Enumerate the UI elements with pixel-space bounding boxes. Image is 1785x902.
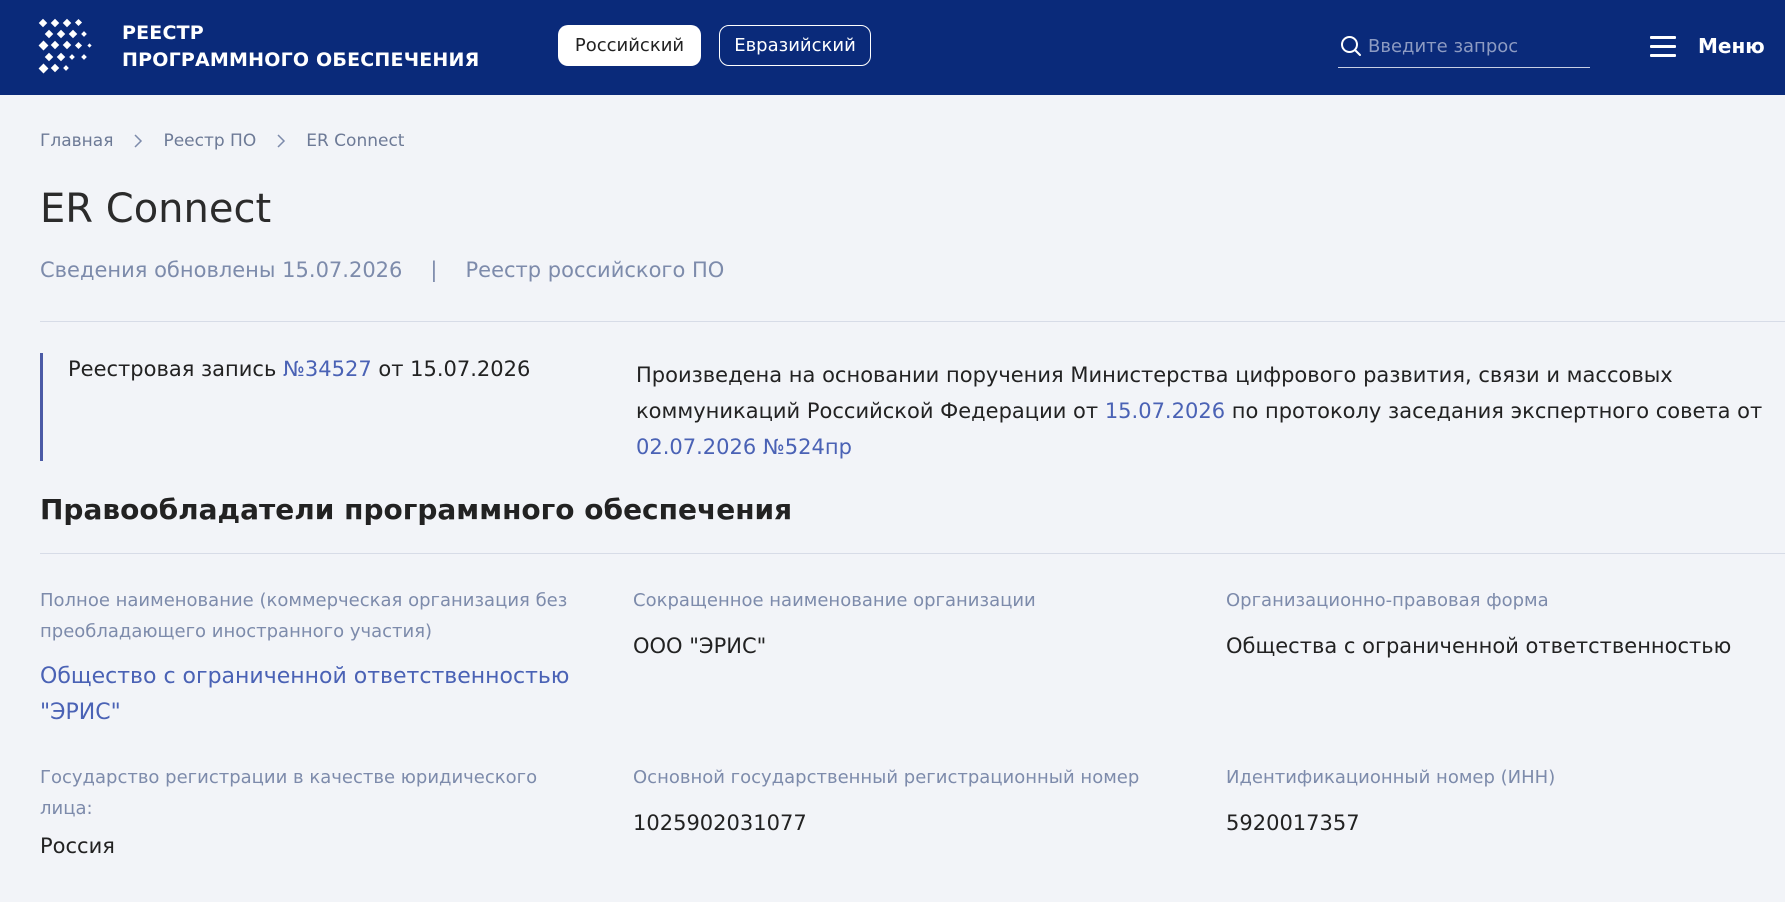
chevron-right-icon	[134, 134, 143, 148]
field-short-name: Сокращенное наименование организации ООО…	[633, 585, 1173, 664]
record-prefix: Реестровая запись	[68, 357, 284, 381]
divider	[40, 321, 1785, 322]
basis-date-link[interactable]: 15.07.2026	[1105, 399, 1225, 423]
registry-type: Реестр российского ПО	[465, 258, 725, 282]
full-name-link[interactable]: Общество с ограниченной ответственностью…	[40, 659, 580, 731]
breadcrumb-registry[interactable]: Реестр ПО	[163, 131, 256, 151]
field-value: ООО "ЭРИС"	[633, 634, 767, 658]
field-label: Идентификационный номер (ИНН)	[1226, 767, 1556, 788]
field-ogrn: Основной государственный регистрационный…	[633, 762, 1173, 841]
breadcrumb-home[interactable]: Главная	[40, 131, 113, 151]
field-label: Основной государственный регистрационный…	[633, 767, 1140, 788]
menu-button[interactable]: Меню	[1650, 30, 1765, 62]
field-value: 5920017357	[1226, 811, 1360, 835]
field-value: Общества с ограниченной ответственностью	[1226, 634, 1732, 658]
menu-icon	[1650, 36, 1676, 57]
menu-label: Меню	[1698, 34, 1765, 58]
record-entry: Реестровая запись №34527 от 15.07.2026	[68, 357, 530, 381]
record-basis: Произведена на основании поручения Минис…	[636, 357, 1781, 465]
tab-russian-registry[interactable]: Российский	[558, 25, 701, 66]
field-value: Россия	[40, 834, 115, 858]
search-input[interactable]	[1368, 30, 1588, 62]
divider	[40, 553, 1785, 554]
field-country: Государство регистрации в качестве юриди…	[40, 762, 580, 864]
field-label: Сокращенное наименование организации	[633, 590, 1036, 611]
section-title: Правообладатели программного обеспечения	[40, 493, 793, 526]
record-number-link[interactable]: №34527	[283, 357, 372, 381]
site-header: РЕЕСТР ПРОГРАММНОГО ОБЕСПЕЧЕНИЯ Российск…	[0, 0, 1785, 95]
breadcrumb: Главная Реестр ПО ER Connect	[40, 128, 404, 154]
registry-record: Реестровая запись №34527 от 15.07.2026 П…	[40, 353, 1785, 461]
tab-eurasian-registry[interactable]: Евразийский	[719, 25, 871, 66]
brand-line-2: ПРОГРАММНОГО ОБЕСПЕЧЕНИЯ	[122, 49, 480, 71]
page-meta: Сведения обновлены 15.07.2026 | Реестр р…	[40, 258, 724, 282]
field-label: Полное наименование (коммерческая органи…	[40, 590, 568, 642]
field-label: Организационно-правовая форма	[1226, 590, 1549, 611]
field-label: Государство регистрации в качестве юриди…	[40, 767, 538, 819]
brand-line-1: РЕЕСТР	[122, 22, 204, 44]
record-date: от 15.07.2026	[371, 357, 531, 381]
logo-icon[interactable]	[38, 18, 98, 78]
breadcrumb-current: ER Connect	[306, 131, 405, 151]
field-inn: Идентификационный номер (ИНН) 5920017357	[1226, 762, 1766, 841]
search-icon[interactable]	[1339, 34, 1363, 58]
field-full-name: Полное наименование (коммерческая органи…	[40, 585, 580, 731]
search-box	[1338, 30, 1590, 68]
protocol-link[interactable]: 02.07.2026 №524пр	[636, 435, 852, 459]
page-title: ER Connect	[40, 186, 272, 232]
chevron-right-icon	[277, 134, 286, 148]
meta-separator: |	[430, 258, 438, 282]
brand-title[interactable]: РЕЕСТР ПРОГРАММНОГО ОБЕСПЕЧЕНИЯ	[122, 20, 479, 74]
basis-text-2: по протоколу заседания экспертного совет…	[1225, 399, 1763, 423]
field-legal-form: Организационно-правовая форма Общества с…	[1226, 585, 1766, 664]
field-value: 1025902031077	[633, 811, 807, 835]
updated-date: Сведения обновлены 15.07.2026	[40, 258, 403, 282]
